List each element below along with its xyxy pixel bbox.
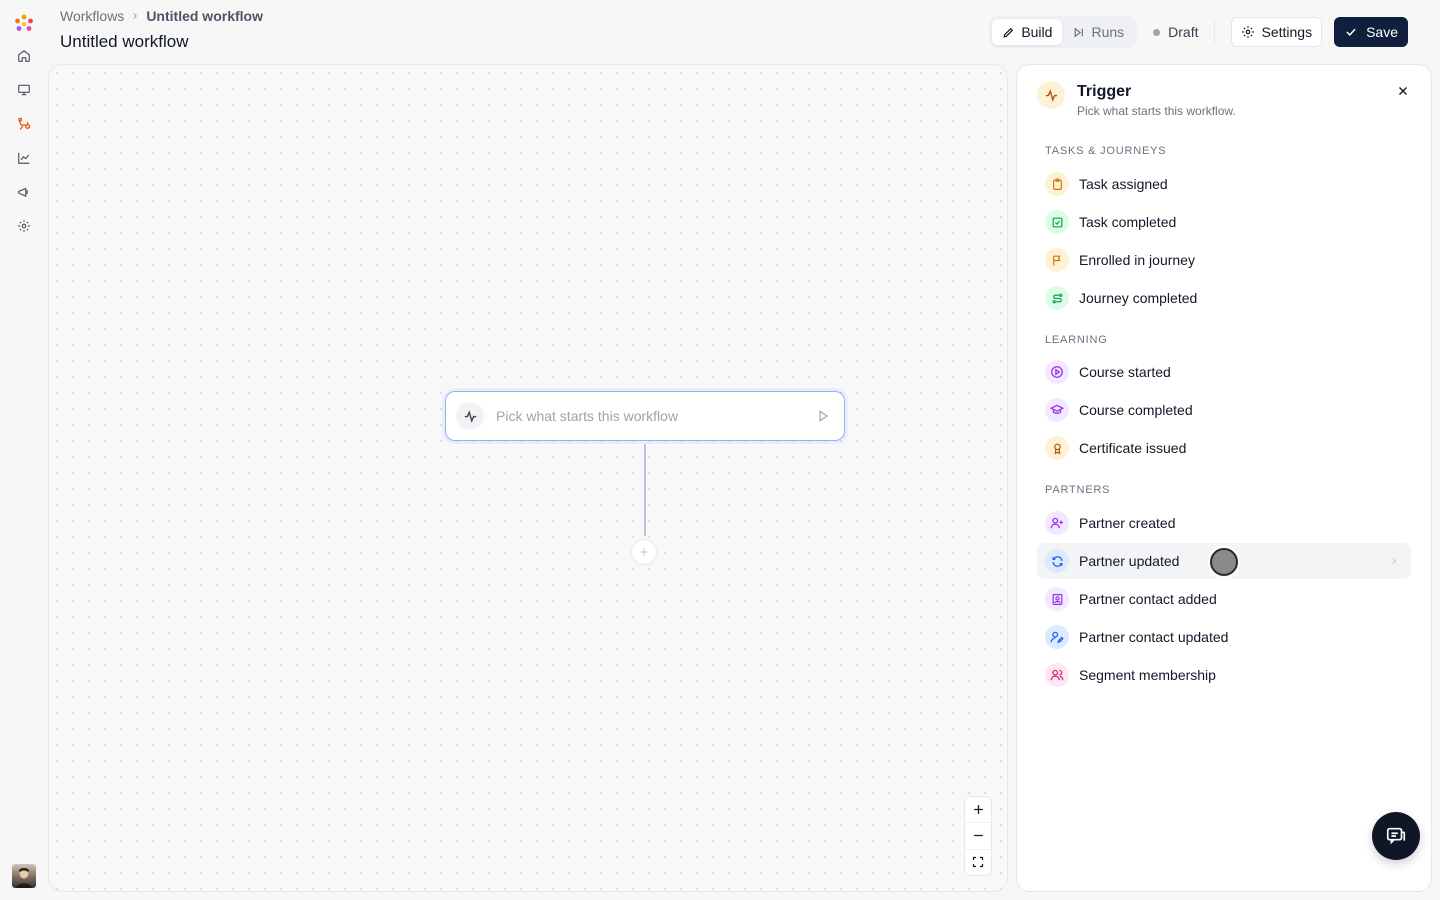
- section-label-partners: PARTNERS: [1045, 484, 1111, 496]
- panel-subtitle: Pick what starts this workflow.: [1077, 104, 1236, 118]
- node-connector: [644, 444, 646, 536]
- users-icon: [1045, 663, 1069, 687]
- trigger-label: Course completed: [1079, 402, 1193, 418]
- trigger-partner-contact-added[interactable]: Partner contact added: [1037, 581, 1411, 617]
- zoom-in-button[interactable]: [965, 797, 991, 822]
- trigger-segment-membership[interactable]: Segment membership: [1037, 657, 1411, 693]
- chat-icon: [1385, 825, 1407, 847]
- save-button[interactable]: Save: [1334, 17, 1408, 47]
- trigger-certificate-issued[interactable]: Certificate issued: [1037, 430, 1411, 466]
- status-label: Draft: [1168, 24, 1199, 40]
- activity-icon: [1037, 81, 1065, 109]
- plus-icon: [639, 547, 649, 557]
- settings-button[interactable]: Settings: [1231, 17, 1323, 47]
- trigger-label: Task completed: [1079, 214, 1177, 230]
- divider: [1214, 21, 1216, 43]
- gear-icon[interactable]: [14, 216, 34, 236]
- save-label: Save: [1366, 24, 1398, 40]
- route-icon: [1045, 286, 1069, 310]
- trigger-task-completed[interactable]: Task completed: [1037, 204, 1411, 240]
- top-actions: Build Runs Draft Settings Save: [989, 16, 1408, 48]
- zoom-controls: [964, 796, 992, 876]
- trigger-label: Certificate issued: [1079, 440, 1187, 456]
- user-plus-icon: [1045, 511, 1069, 535]
- trigger-label: Journey completed: [1079, 290, 1198, 306]
- panel-title: Trigger: [1077, 83, 1132, 100]
- workflow-canvas[interactable]: Pick what starts this workflow: [48, 64, 1008, 892]
- chat-button[interactable]: [1372, 812, 1420, 860]
- gear-icon: [1241, 25, 1255, 39]
- tab-build-label: Build: [1021, 24, 1053, 40]
- trigger-node-placeholder: Pick what starts this workflow: [496, 408, 679, 424]
- page-title[interactable]: Untitled workflow: [60, 32, 189, 52]
- breadcrumb: Workflows Untitled workflow: [60, 8, 263, 24]
- rail-nav: [14, 46, 34, 236]
- section-label-learning: LEARNING: [1045, 334, 1108, 346]
- status-dot-icon: [1153, 28, 1161, 36]
- add-step-button[interactable]: [631, 539, 657, 565]
- left-rail: [0, 0, 48, 900]
- trigger-label: Partner contact updated: [1079, 629, 1229, 645]
- workflow-icon[interactable]: [14, 114, 34, 134]
- breadcrumb-workflows-link[interactable]: Workflows: [60, 8, 124, 24]
- tab-runs[interactable]: Runs: [1062, 19, 1134, 45]
- chevron-right-icon: [130, 11, 140, 21]
- flag-icon: [1045, 248, 1069, 272]
- trigger-course-started[interactable]: Course started: [1037, 354, 1411, 390]
- app-logo-icon[interactable]: [12, 12, 36, 36]
- tab-runs-label: Runs: [1091, 24, 1125, 40]
- pencil-icon: [1002, 26, 1015, 39]
- trigger-enrolled-in-journey[interactable]: Enrolled in journey: [1037, 242, 1411, 278]
- header: Workflows Untitled workflow Untitled wor…: [60, 0, 1440, 60]
- trigger-course-completed[interactable]: Course completed: [1037, 392, 1411, 428]
- status-badge: Draft: [1153, 24, 1198, 40]
- check-square-icon: [1045, 210, 1069, 234]
- trigger-task-assigned[interactable]: Task assigned: [1037, 166, 1411, 202]
- trigger-label: Task assigned: [1079, 176, 1168, 192]
- activity-icon: [456, 402, 484, 430]
- contact-icon: [1045, 587, 1069, 611]
- trigger-label: Segment membership: [1079, 667, 1216, 683]
- cursor-indicator: [1210, 548, 1238, 576]
- panel-header: Trigger Pick what starts this workflow.: [1037, 81, 1236, 118]
- view-tabs: Build Runs: [989, 16, 1138, 48]
- trigger-label: Partner contact added: [1079, 591, 1217, 607]
- monitor-icon[interactable]: [14, 80, 34, 100]
- trigger-journey-completed[interactable]: Journey completed: [1037, 280, 1411, 316]
- zoom-out-button[interactable]: [965, 822, 991, 848]
- tab-build[interactable]: Build: [992, 19, 1063, 45]
- breadcrumb-current: Untitled workflow: [146, 8, 263, 24]
- avatar[interactable]: [12, 864, 36, 888]
- user-pen-icon: [1045, 625, 1069, 649]
- graduation-cap-icon: [1045, 398, 1069, 422]
- step-forward-icon: [1072, 26, 1085, 39]
- trigger-label: Partner updated: [1079, 553, 1180, 569]
- trigger-partner-created[interactable]: Partner created: [1037, 505, 1411, 541]
- trigger-node[interactable]: Pick what starts this workflow: [445, 391, 845, 441]
- award-icon: [1045, 436, 1069, 460]
- chart-icon[interactable]: [14, 148, 34, 168]
- section-label-tasks-journeys: TASKS & JOURNEYS: [1045, 145, 1167, 157]
- trigger-label: Course started: [1079, 364, 1171, 380]
- megaphone-icon[interactable]: [14, 182, 34, 202]
- close-icon[interactable]: [1395, 83, 1411, 99]
- trigger-panel: Trigger Pick what starts this workflow. …: [1016, 64, 1432, 892]
- fit-view-button[interactable]: [965, 848, 991, 875]
- trigger-label: Enrolled in journey: [1079, 252, 1195, 268]
- play-circle-icon: [1045, 360, 1069, 384]
- trigger-label: Partner created: [1079, 515, 1176, 531]
- refresh-icon: [1045, 549, 1069, 573]
- play-icon[interactable]: [816, 409, 830, 423]
- settings-label: Settings: [1261, 24, 1313, 40]
- trigger-partner-contact-updated[interactable]: Partner contact updated: [1037, 619, 1411, 655]
- chevron-right-icon: [1389, 554, 1399, 572]
- clipboard-icon: [1045, 172, 1069, 196]
- home-icon[interactable]: [14, 46, 34, 66]
- check-icon: [1344, 25, 1358, 39]
